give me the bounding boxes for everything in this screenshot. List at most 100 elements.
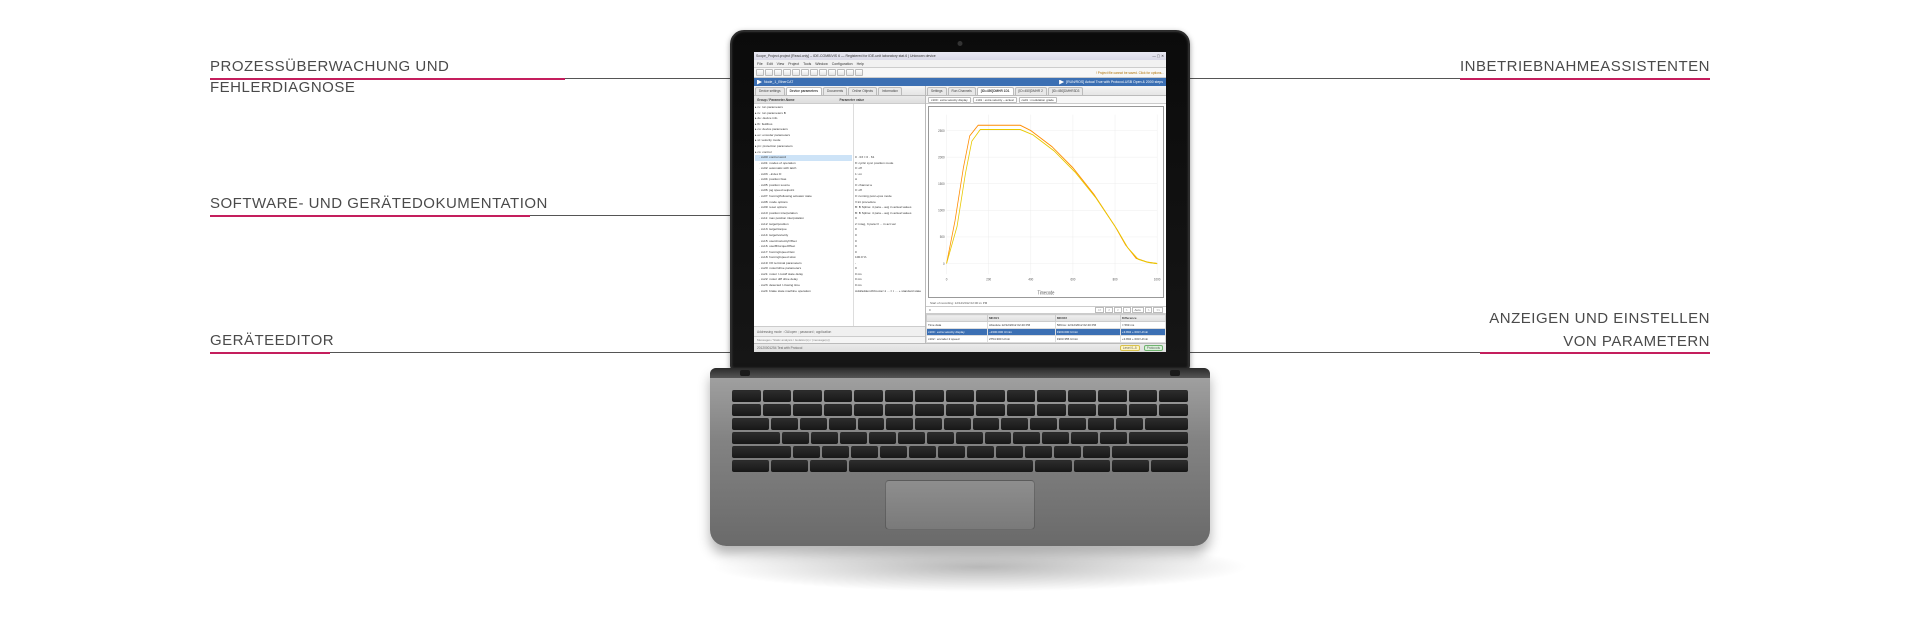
chart-chip[interactable]: c101 : extra velocity – actual (973, 97, 1017, 103)
window-controls[interactable]: — ▢ ✕ (1152, 54, 1164, 58)
marker-cell[interactable]: 1900.000 U/min (1055, 329, 1120, 336)
timebar-buttons[interactable]: <<<<>Auto>>> (1094, 308, 1163, 312)
menubar[interactable]: File Edit ViewProject Tools Window Configurat… (754, 60, 1166, 68)
chart-tab[interactable]: [ID=450]DMHR 1D1 (977, 87, 1014, 95)
marker-header: MKR#1 (987, 315, 1055, 322)
chart-tab[interactable]: [ID=450]DMHR3D3 (1048, 87, 1084, 95)
chart-tab[interactable]: Run Channels (948, 87, 976, 95)
callout-parameters-line2: VON PARAMETERN (1563, 333, 1710, 350)
window-titlebar: Scope_Project.project [Read-only] – IDE-… (754, 52, 1166, 60)
svg-text:400: 400 (1028, 277, 1033, 281)
device-band-left: Node_1_EtherCAT (764, 80, 793, 84)
svg-text:200: 200 (986, 277, 991, 281)
callout-device-editor: GERÄTEEDITOR (210, 330, 550, 351)
toolbar-button[interactable] (819, 69, 827, 76)
project-warning[interactable]: ! Project file cannot be saved. Click fo… (1096, 71, 1164, 75)
marker-header: Difference (1120, 315, 1165, 322)
left-tab[interactable]: Device parameters (786, 87, 822, 95)
menu-item[interactable]: File (757, 62, 763, 66)
toolbar[interactable]: ! Project file cannot be saved. Click fo… (754, 68, 1166, 78)
marker-cell[interactable]: c100 : extra velocity display (927, 329, 988, 336)
marker-cell[interactable]: +3.802 + 003 U/min (1120, 329, 1165, 336)
menu-item[interactable]: Window (815, 62, 827, 66)
chart-chip[interactable]: ca01 : modulation grade (1019, 97, 1057, 103)
marker-cell[interactable]: c102 : encoder 2 speed (927, 336, 988, 343)
device-band: Node_1_EtherCAT [RUN/ROS] Actual True wi… (754, 78, 1166, 86)
window-title: Scope_Project.project [Read-only] – IDE-… (756, 54, 936, 58)
status-pill-level[interactable]: Level 0–5 (1120, 345, 1140, 351)
menu-item[interactable]: Help (857, 62, 864, 66)
right-panel: SettingsRun Channels[ID=450]DMHR 1D1[ID=… (926, 86, 1166, 343)
toolbar-button[interactable] (783, 69, 791, 76)
marker-cell[interactable]: Time data (927, 322, 988, 329)
marker-cell[interactable]: = 569 ms (1120, 322, 1165, 329)
statusbar-left: 20120001254 Test with Protocol (757, 346, 1116, 350)
toolbar-button[interactable] (837, 69, 845, 76)
toolbar-button[interactable] (828, 69, 836, 76)
toolbar-button[interactable] (774, 69, 782, 76)
toolbar-button[interactable] (855, 69, 863, 76)
line-chart: 02004006008001000 05001000150020002500 T… (929, 107, 1163, 297)
device-band-right: [RUN/ROS] Actual True with Protocol-USB … (1066, 80, 1163, 84)
toolbar-button[interactable] (810, 69, 818, 76)
left-tab[interactable]: Online Objects (848, 87, 877, 95)
left-tab[interactable]: Device settings (755, 87, 785, 95)
svg-text:600: 600 (1070, 277, 1075, 281)
chart-tab[interactable]: [ID=450]DMHR 2 (1015, 87, 1047, 95)
marker-cell[interactable]: Absolute 12/12/2012 02:40 PM (987, 322, 1055, 329)
svg-text:1000: 1000 (1154, 277, 1161, 281)
left-footer: Messages / Static analysis / Isolation(s… (754, 336, 925, 343)
chart-timebar[interactable]: 0 <<<<>Auto>>> (926, 306, 1166, 313)
left-tab[interactable]: Documents (823, 87, 847, 95)
camera-dot (958, 41, 963, 46)
toolbar-button[interactable] (765, 69, 773, 76)
menu-item[interactable]: View (777, 62, 785, 66)
marker-cell[interactable]: 2754.300 U/min (987, 336, 1055, 343)
marker-cell[interactable]: –2300.000 U/min (987, 329, 1055, 336)
marker-table[interactable]: MKR#1MKR#2DifferenceTime dataAbsolute 12… (926, 313, 1166, 343)
left-tabs[interactable]: Device settingsDevice parametersDocument… (754, 86, 925, 96)
svg-text:2500: 2500 (938, 128, 945, 132)
parameter-values[interactable]: 0 · 03 = 0 · 618: cyclic sync position m… (854, 104, 925, 326)
param-value[interactable]: Add/addendX/motor/-1 ... = t … + standar… (855, 289, 924, 295)
app-window: Scope_Project.project [Read-only] – IDE-… (754, 52, 1166, 352)
parameter-header: Group / Parameter-Name Parameter value (754, 96, 925, 104)
marker-cell[interactable]: 569ms: 12/12/2012 02:40 PM (1055, 322, 1120, 329)
svg-text:2000: 2000 (938, 155, 945, 159)
toolbar-button[interactable] (792, 69, 800, 76)
play-icon (757, 80, 762, 85)
toolbar-button[interactable] (846, 69, 854, 76)
leader-line (330, 352, 770, 353)
chart-tabs[interactable]: SettingsRun Channels[ID=450]DMHR 1D1[ID=… (926, 86, 1166, 96)
chart-area[interactable]: 02004006008001000 05001000150020002500 T… (928, 106, 1164, 298)
parameter-tree[interactable]: ▸ ru: run parameters▸ ru: run parameters… (754, 104, 854, 326)
svg-text:0: 0 (943, 261, 945, 265)
menu-item[interactable]: Edit (767, 62, 773, 66)
chart-chipbar[interactable]: c100 : extra velocity displayc101 : extr… (926, 96, 1166, 104)
marker-header (927, 315, 988, 322)
left-tab[interactable]: Information (878, 87, 902, 95)
chart-tab[interactable]: Settings (927, 87, 947, 95)
param-group-header: Group / Parameter-Name (757, 98, 840, 102)
chart-chip[interactable]: c100 : extra velocity display (928, 97, 971, 103)
trackpad (885, 480, 1035, 530)
toolbar-button[interactable] (756, 69, 764, 76)
menu-item[interactable]: Tools (803, 62, 811, 66)
laptop-deck (710, 368, 1210, 546)
hinge (710, 368, 1210, 378)
menu-item[interactable]: Configuration (832, 62, 853, 66)
left-bottom-tabs[interactable]: Addressing mode : OA/open ; password ; a… (754, 326, 925, 336)
svg-text:1500: 1500 (938, 182, 945, 186)
menu-item[interactable]: Project (788, 62, 799, 66)
svg-text:500: 500 (940, 235, 945, 239)
status-pill-protocols[interactable]: Protocols (1144, 345, 1163, 351)
marker-cell[interactable]: +3.802 + 003 U/min (1120, 336, 1165, 343)
param-value-header: Parameter value (840, 98, 923, 102)
toolbar-button[interactable] (801, 69, 809, 76)
svg-text:800: 800 (1113, 277, 1118, 281)
callout-documentation: SOFTWARE- UND GERÄTEDOKUMENTATION (210, 193, 550, 214)
statusbar: 20120001254 Test with Protocol Level 0–5… (754, 343, 1166, 352)
marker-cell[interactable]: 1903.355 U/min (1055, 336, 1120, 343)
callout-parameters-line1: ANZEIGEN UND EINSTELLEN (1489, 310, 1710, 327)
tree-node[interactable]: · cs24: brake state machine operation (755, 289, 852, 295)
